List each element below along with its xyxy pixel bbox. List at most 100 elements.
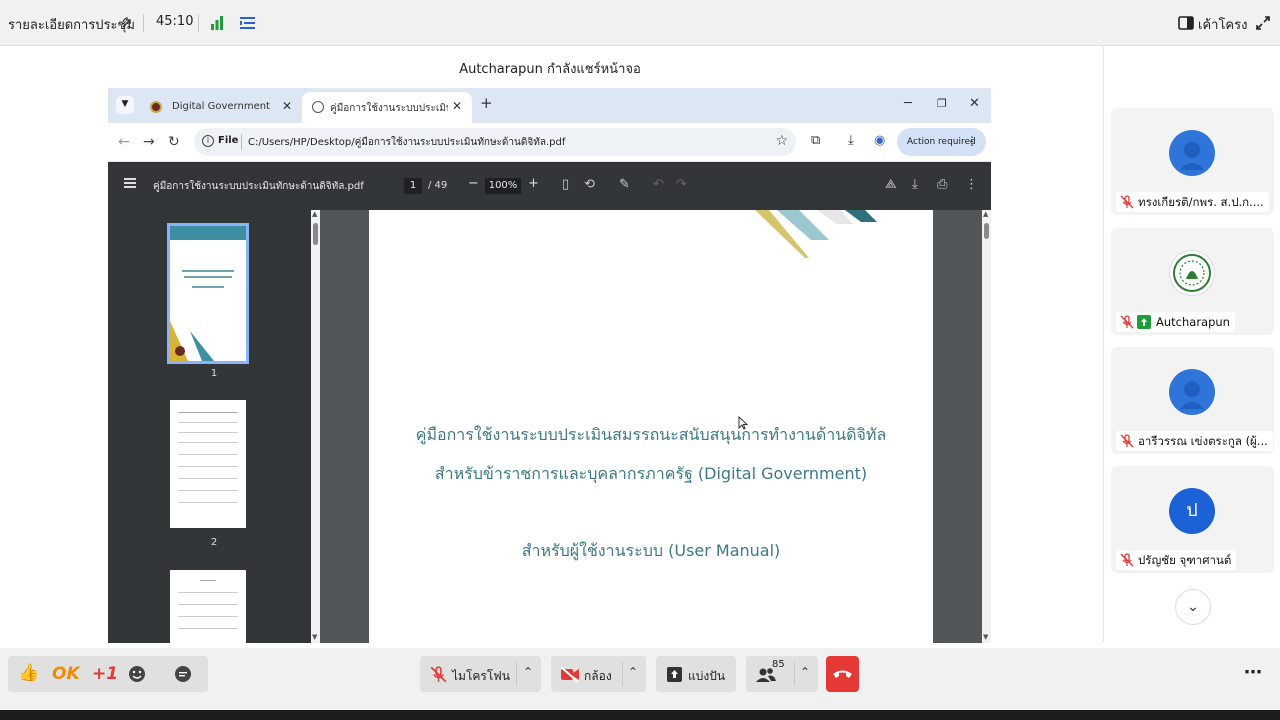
mic-muted-icon <box>1120 434 1134 448</box>
page-thumbnail-2[interactable] <box>170 400 246 528</box>
participants-control[interactable]: 85 ⌃ <box>746 656 818 692</box>
meeting-details-link[interactable]: รายละเอียดการประชุม <box>8 14 135 35</box>
add-to-drive-icon[interactable]: ⟁ <box>885 177 897 192</box>
fullscreen-icon[interactable] <box>1256 16 1270 30</box>
screen-share-active-icon <box>1137 315 1151 329</box>
zoom-out-icon[interactable]: − <box>468 176 479 191</box>
url-text[interactable]: C:/Users/HP/Desktop/คู่มือการใช้งานระบบป… <box>248 135 565 150</box>
thumbnail-text-line <box>200 580 216 581</box>
external-link-icon[interactable] <box>121 16 134 29</box>
forward-arrow-icon[interactable]: → <box>143 134 155 150</box>
person-silhouette-icon <box>1180 142 1204 170</box>
reload-icon[interactable]: ↻ <box>168 134 180 150</box>
camera-label: กล้อง <box>584 669 612 683</box>
camera-control[interactable]: กล้อง ⌃ <box>551 656 646 692</box>
tab-label: คู่มือการใช้งานระบบประเมินทักษะด้าน <box>330 103 448 114</box>
agency-seal-icon <box>1173 254 1211 292</box>
close-tab-icon[interactable]: ✕ <box>452 99 462 113</box>
signal-strength-icon[interactable] <box>210 16 224 30</box>
undo-icon[interactable]: ↶ <box>653 177 664 192</box>
thumbs-up-icon[interactable]: 👍 <box>18 663 39 683</box>
camera-options-chevron-icon[interactable]: ⌃ <box>628 665 638 679</box>
new-tab-icon[interactable]: + <box>480 94 493 112</box>
chat-button[interactable] <box>168 656 198 692</box>
divider <box>241 134 242 150</box>
zoom-level-input[interactable]: 100% <box>485 178 521 194</box>
participant-name: ปรัญชัย จุฑาศานต์ <box>1138 553 1232 567</box>
participant-tile[interactable]: ป ปรัญชัย จุฑาศานต์ <box>1111 466 1274 573</box>
redo-icon[interactable]: ↷ <box>676 177 687 192</box>
zoom-in-icon[interactable]: + <box>528 176 539 191</box>
rotate-icon[interactable]: ⟲ <box>584 177 595 192</box>
ok-reaction-button[interactable]: OK <box>52 664 80 684</box>
mic-muted-icon <box>430 666 447 683</box>
url-omnibox[interactable]: i File C:/Users/HP/Desktop/คู่มือการใช้ง… <box>194 128 796 156</box>
back-arrow-icon[interactable]: ← <box>118 134 130 150</box>
chat-bubble-icon <box>175 666 191 682</box>
show-more-participants-chevron-icon[interactable]: ⌄ <box>1175 589 1211 625</box>
page-thumbnail-3[interactable] <box>170 570 246 643</box>
minimize-window-icon[interactable]: ─ <box>904 96 912 111</box>
share-screen-button[interactable]: แบ่งปัน <box>656 656 736 692</box>
thumbnail-text-line <box>178 592 238 593</box>
mic-muted-icon <box>1120 195 1134 209</box>
tab-user-manual-pdf[interactable]: คู่มือการใช้งานระบบประเมินทักษะด้าน ✕ <box>302 92 472 123</box>
shared-browser-window: ▼ Digital Government ✕ คู่มือการใช้งานระ… <box>108 88 991 643</box>
end-call-button[interactable] <box>826 656 859 692</box>
profile-icon[interactable]: ◉ <box>874 133 885 148</box>
divider <box>516 662 517 686</box>
scrollbar-thumb[interactable] <box>313 223 318 245</box>
thumbnail-scrollbar[interactable]: ▲ ▼ <box>311 210 320 643</box>
bookmark-star-icon[interactable]: ☆ <box>775 133 788 149</box>
scroll-down-arrow-icon[interactable]: ▼ <box>312 633 317 641</box>
layout-icon[interactable] <box>1178 16 1194 30</box>
emoji-smiley-icon[interactable] <box>128 665 146 683</box>
action-required-button[interactable]: Action required ⋮ <box>897 128 986 156</box>
viewer-scrollbar[interactable]: ▲ ▼ <box>982 210 991 643</box>
participants-options-chevron-icon[interactable]: ⌃ <box>800 665 810 679</box>
mic-options-chevron-icon[interactable]: ⌃ <box>523 665 533 679</box>
page-number-input[interactable]: 1 <box>404 178 422 194</box>
more-options-icon[interactable]: ⋯ <box>1244 662 1262 683</box>
page-thumbnail-1[interactable] <box>167 223 249 364</box>
participant-name: Autcharapun <box>1156 315 1230 329</box>
microphone-control[interactable]: ไมโครโฟน ⌃ <box>420 656 541 692</box>
close-window-icon[interactable]: ✕ <box>969 96 980 111</box>
thumbnail-text-line <box>178 432 238 433</box>
fit-page-icon[interactable]: ▯ <box>562 177 569 192</box>
print-icon[interactable]: ⎙ <box>937 177 947 192</box>
close-tab-icon[interactable]: ✕ <box>282 99 292 113</box>
participant-tile[interactable]: Autcharapun <box>1111 228 1274 335</box>
thumbnail-text-line <box>182 270 234 272</box>
thumbnail-text-line <box>178 422 238 423</box>
scroll-up-arrow-icon[interactable]: ▲ <box>312 210 317 218</box>
summary-icon[interactable] <box>240 16 255 30</box>
avatar <box>1169 369 1215 415</box>
plus-one-reaction-button[interactable]: +1 <box>92 664 118 684</box>
thumbnail-header-band <box>170 226 246 240</box>
scroll-down-arrow-icon[interactable]: ▼ <box>983 633 988 641</box>
kebab-menu-icon[interactable]: ⋮ <box>966 134 978 148</box>
participant-name-tag: ทรงเกียรติ/กพร. ส.ป.ก.... <box>1116 192 1269 212</box>
scroll-up-arrow-icon[interactable]: ▲ <box>983 210 988 218</box>
avatar <box>1169 250 1215 296</box>
thumbnail-text-line <box>178 628 238 629</box>
thumbnail-text-line <box>178 502 238 503</box>
downloads-icon[interactable]: ⤓ <box>848 133 854 148</box>
pdf-more-icon[interactable]: ⋮ <box>965 177 978 192</box>
scrollbar-thumb[interactable] <box>984 223 989 239</box>
tab-digital-government[interactable]: Digital Government ✕ <box>136 92 302 123</box>
participant-tile[interactable]: อารีวรรณ เข่งตระกูล (ผู้... <box>1111 347 1274 454</box>
meeting-timer: 45:10 <box>156 14 194 29</box>
pdf-download-icon[interactable]: ⤓ <box>912 177 918 192</box>
extensions-puzzle-icon[interactable]: ⧉ <box>811 133 820 148</box>
sidebar-menu-icon[interactable] <box>124 178 136 188</box>
divider <box>622 662 623 686</box>
tab-search-chevron-icon[interactable]: ▼ <box>116 96 134 114</box>
annotate-pen-icon[interactable]: ✎ <box>619 177 630 192</box>
participant-tile[interactable]: ทรงเกียรติ/กพร. ส.ป.ก.... <box>1111 108 1274 215</box>
tab-label: Digital Government <box>172 101 270 112</box>
layout-label[interactable]: เค้าโครง <box>1198 14 1247 35</box>
restore-window-icon[interactable]: ❐ <box>937 97 947 110</box>
info-icon[interactable]: i <box>202 135 214 147</box>
